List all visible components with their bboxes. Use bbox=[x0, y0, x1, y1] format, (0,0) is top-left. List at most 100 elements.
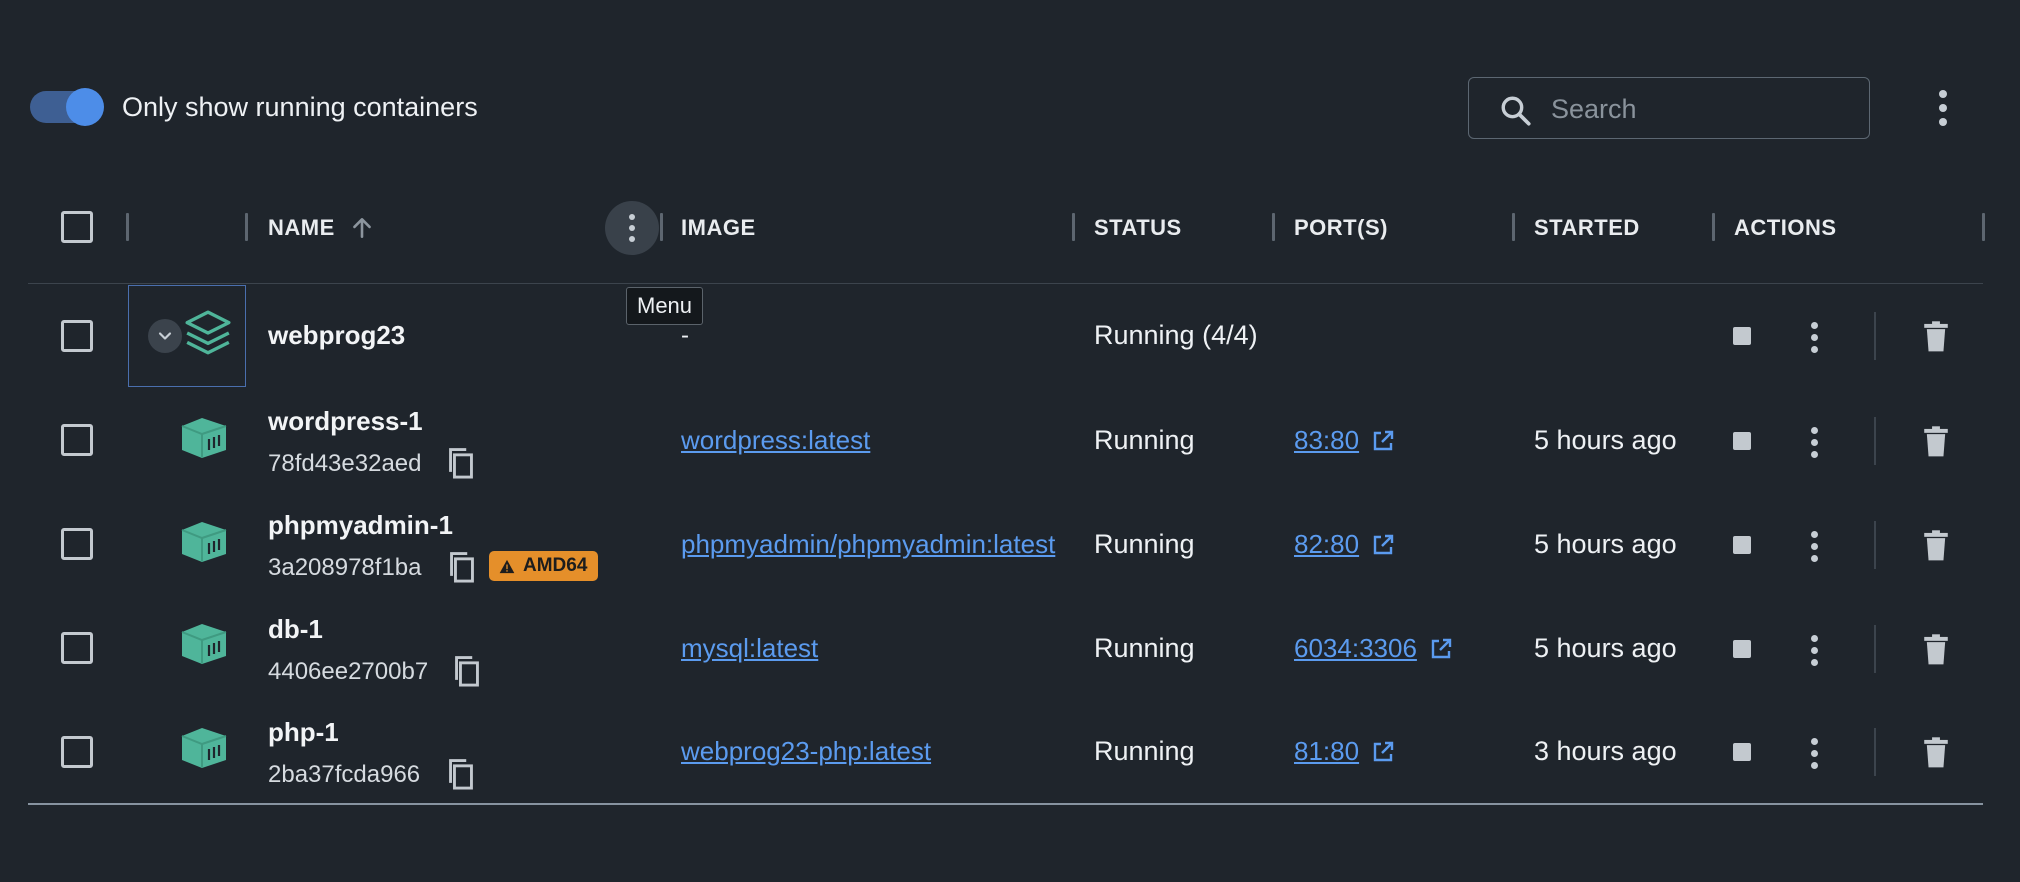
container-name[interactable]: php-1 bbox=[268, 717, 339, 748]
port-label: 83:80 bbox=[1294, 425, 1360, 455]
column-header-image[interactable]: IMAGE bbox=[681, 215, 756, 241]
container-status: Running bbox=[1094, 633, 1195, 663]
trash-icon[interactable] bbox=[1920, 320, 1952, 354]
running-filter-toggle[interactable] bbox=[30, 88, 106, 126]
search-icon bbox=[1501, 96, 1531, 126]
container-started: 5 hours ago bbox=[1534, 425, 1677, 455]
open-external-icon bbox=[1373, 534, 1394, 554]
open-external-icon bbox=[1373, 430, 1394, 450]
toggle-label: Only show running containers bbox=[122, 92, 478, 122]
action-divider bbox=[1874, 312, 1876, 360]
row-checkbox[interactable] bbox=[61, 736, 93, 768]
container-name[interactable]: db-1 bbox=[268, 614, 323, 645]
search-box[interactable] bbox=[1468, 77, 1870, 139]
row-more-button[interactable] bbox=[1802, 321, 1826, 353]
row-more-button[interactable] bbox=[1802, 426, 1826, 458]
container-id: 3a208978f1ba bbox=[268, 554, 422, 581]
header-divider bbox=[28, 283, 1983, 284]
container-name[interactable]: wordpress-1 bbox=[268, 406, 423, 437]
port-link[interactable]: 81:80 bbox=[1294, 736, 1395, 767]
row-more-button[interactable] bbox=[1802, 737, 1826, 769]
container-icon bbox=[181, 418, 227, 458]
copy-icon[interactable] bbox=[446, 447, 476, 481]
column-header-started[interactable]: STARTED bbox=[1534, 215, 1640, 241]
port-link[interactable]: 6034:3306 bbox=[1294, 633, 1453, 664]
container-id: 4406ee2700b7 bbox=[268, 658, 429, 685]
warning-icon bbox=[499, 559, 515, 573]
column-separator bbox=[1272, 213, 1275, 241]
port-label: 6034:3306 bbox=[1294, 633, 1417, 663]
platform-badge-label: AMD64 bbox=[523, 555, 588, 576]
table-bottom-border bbox=[28, 803, 1983, 805]
port-label: 81:80 bbox=[1294, 736, 1360, 766]
container-started: 5 hours ago bbox=[1534, 633, 1677, 663]
container-started: 5 hours ago bbox=[1534, 529, 1677, 559]
port-link[interactable]: 83:80 bbox=[1294, 425, 1395, 456]
container-icon bbox=[181, 624, 227, 664]
row-checkbox[interactable] bbox=[61, 528, 93, 560]
row-more-button[interactable] bbox=[1802, 634, 1826, 666]
row-checkbox[interactable] bbox=[61, 320, 93, 352]
column-separator bbox=[1072, 213, 1075, 241]
search-input[interactable] bbox=[1549, 90, 1853, 128]
container-id: 78fd43e32aed bbox=[268, 450, 422, 477]
column-separator bbox=[126, 213, 129, 241]
container-status: Running bbox=[1094, 736, 1195, 766]
copy-icon[interactable] bbox=[446, 758, 476, 792]
stack-icon bbox=[185, 310, 231, 355]
row-checkbox[interactable] bbox=[61, 424, 93, 456]
column-separator bbox=[245, 213, 248, 241]
stop-icon[interactable] bbox=[1733, 640, 1751, 658]
image-link[interactable]: phpmyadmin/phpmyadmin:latest bbox=[681, 529, 1073, 560]
stop-icon[interactable] bbox=[1733, 327, 1751, 345]
column-header-status[interactable]: STATUS bbox=[1094, 215, 1182, 241]
column-separator bbox=[1712, 213, 1715, 241]
action-divider bbox=[1874, 728, 1876, 776]
column-menu-button[interactable] bbox=[605, 201, 659, 255]
arrow-up-icon bbox=[352, 218, 371, 238]
stop-icon[interactable] bbox=[1733, 432, 1751, 450]
select-all-checkbox[interactable] bbox=[61, 211, 93, 243]
trash-icon[interactable] bbox=[1920, 425, 1952, 459]
container-id: 2ba37fcda966 bbox=[268, 761, 421, 788]
group-image: - bbox=[681, 322, 689, 349]
column-header-actions: ACTIONS bbox=[1734, 215, 1837, 240]
trash-icon[interactable] bbox=[1920, 736, 1952, 770]
image-link[interactable]: mysql:latest bbox=[681, 633, 818, 664]
more-vert-icon bbox=[620, 214, 644, 242]
column-header-name[interactable]: NAME bbox=[268, 215, 375, 241]
stop-icon[interactable] bbox=[1733, 743, 1751, 761]
row-checkbox[interactable] bbox=[61, 632, 93, 664]
container-icon bbox=[181, 728, 227, 768]
trash-icon[interactable] bbox=[1920, 529, 1952, 563]
container-status: Running bbox=[1094, 425, 1195, 455]
container-icon bbox=[181, 522, 227, 562]
column-separator bbox=[1982, 213, 1985, 241]
column-separator bbox=[1512, 213, 1515, 241]
container-name[interactable]: phpmyadmin-1 bbox=[268, 510, 453, 541]
trash-icon[interactable] bbox=[1920, 633, 1952, 667]
container-status: Running bbox=[1094, 529, 1195, 559]
column-separator bbox=[660, 213, 663, 241]
chevron-down-icon bbox=[158, 332, 172, 340]
container-started: 3 hours ago bbox=[1534, 736, 1677, 766]
column-header-ports[interactable]: PORT(S) bbox=[1294, 215, 1388, 241]
copy-icon[interactable] bbox=[447, 551, 477, 585]
image-link[interactable]: wordpress:latest bbox=[681, 425, 870, 456]
image-link[interactable]: webprog23-php:latest bbox=[681, 736, 931, 767]
action-divider bbox=[1874, 625, 1876, 673]
port-label: 82:80 bbox=[1294, 529, 1360, 559]
row-more-button[interactable] bbox=[1802, 530, 1826, 562]
group-status: Running (4/4) bbox=[1094, 320, 1258, 350]
more-options-button[interactable] bbox=[1931, 90, 1955, 126]
stop-icon[interactable] bbox=[1733, 536, 1751, 554]
column-header-name-label: NAME bbox=[268, 215, 335, 240]
menu-tooltip: Menu bbox=[626, 287, 704, 325]
action-divider bbox=[1874, 521, 1876, 569]
port-link[interactable]: 82:80 bbox=[1294, 529, 1395, 560]
action-divider bbox=[1874, 417, 1876, 465]
open-external-icon bbox=[1431, 638, 1452, 658]
expand-group-button[interactable] bbox=[148, 319, 182, 353]
group-name[interactable]: webprog23 bbox=[268, 320, 405, 351]
copy-icon[interactable] bbox=[452, 655, 482, 689]
